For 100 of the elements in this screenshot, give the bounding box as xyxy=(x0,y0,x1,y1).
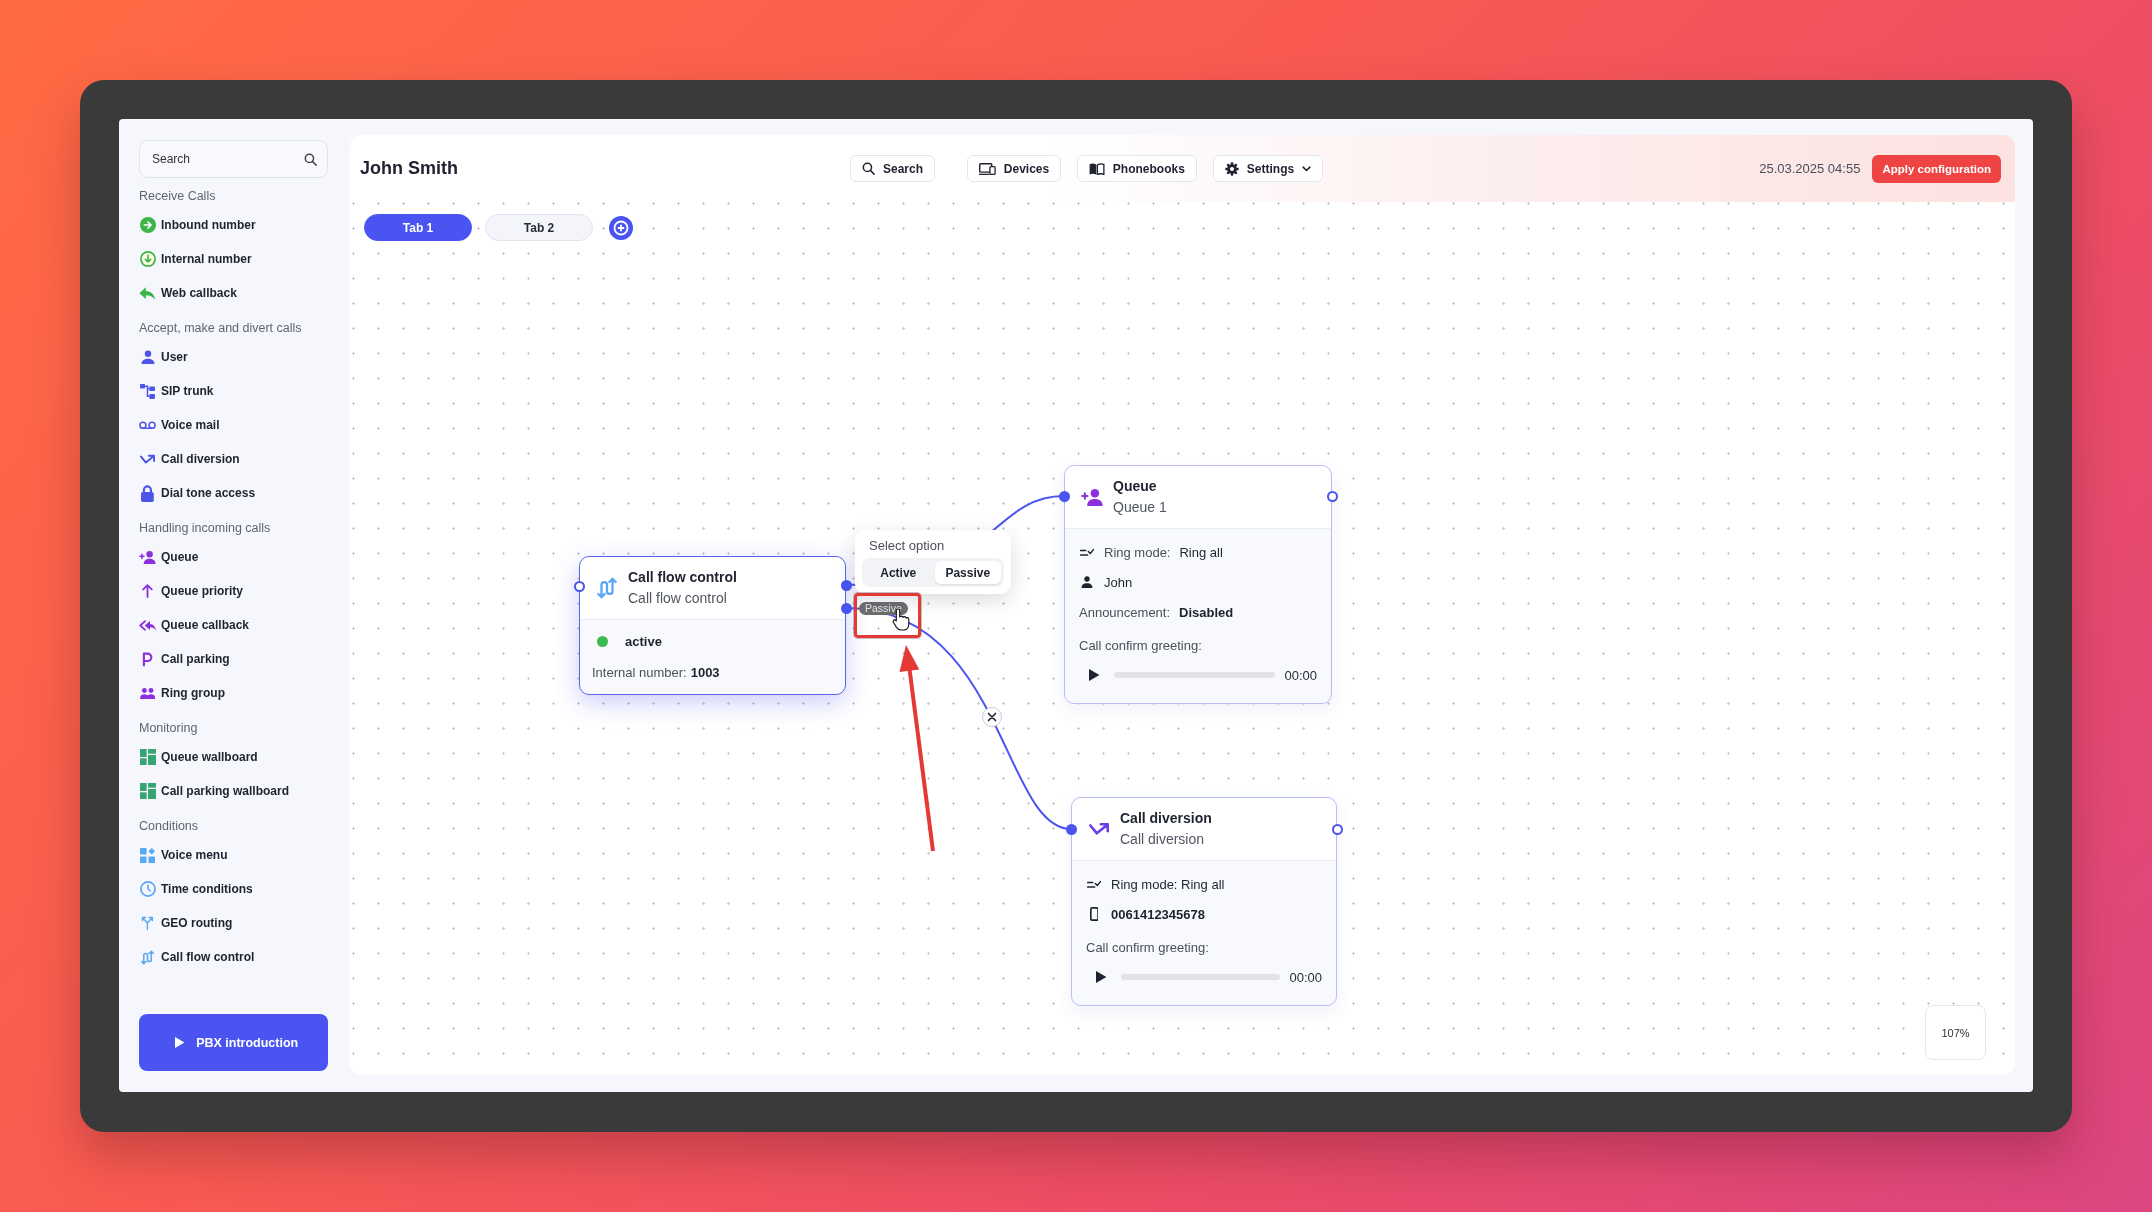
person-icon xyxy=(1081,576,1093,588)
tab[interactable]: Tab 2 xyxy=(485,214,593,241)
greeting-label: Call confirm greeting: xyxy=(1079,637,1202,653)
section-heading: Conditions xyxy=(139,818,200,835)
edge-label[interactable]: Passive xyxy=(859,602,908,615)
list-check-icon xyxy=(1086,879,1102,889)
option-field[interactable]: Select option xyxy=(862,536,1004,554)
book-icon xyxy=(1089,162,1105,175)
list-check-icon xyxy=(1079,547,1095,557)
node-card[interactable]: Call flow control Call flow control active Internal number: 1003 xyxy=(579,556,846,695)
diversion-arrow-icon xyxy=(1088,822,1110,836)
phone-icon xyxy=(1089,907,1099,921)
section-heading: Accept, make and divert calls xyxy=(139,320,303,337)
sidebar-item[interactable]: Time conditions xyxy=(139,872,328,906)
sidebar-item[interactable]: Dial tone access xyxy=(139,476,328,510)
play-icon[interactable] xyxy=(1096,971,1107,983)
zoom-level: 107% xyxy=(1925,1005,1986,1060)
settings-button[interactable]: Settings xyxy=(1212,155,1324,182)
person-plus-icon xyxy=(1081,488,1103,506)
node-card[interactable]: Call diversion Call diversion Ring mode: Ring all 0061412345678 Call confirm greeting: 00:00 xyxy=(1071,797,1337,1006)
search-icon xyxy=(862,162,875,175)
sidebar-item[interactable]: Internal number xyxy=(139,242,328,276)
connection-port[interactable] xyxy=(1331,823,1343,835)
devices-button[interactable]: Devices xyxy=(967,155,1062,182)
sidebar-item[interactable]: Queue priority xyxy=(139,574,328,608)
node-subtitle: Queue 1 xyxy=(1113,498,1167,517)
up-down-arrows-icon xyxy=(140,949,155,965)
fork-arrow-icon xyxy=(141,916,154,930)
dashboard-icon xyxy=(139,783,156,799)
parking-icon xyxy=(142,651,153,667)
sidebar-item[interactable]: Queue wallboard xyxy=(139,740,328,774)
row-label: Announcement: xyxy=(1079,604,1171,620)
node-subtitle: Call flow control xyxy=(628,589,727,608)
dashboard-icon xyxy=(139,749,156,765)
apply-button[interactable]: Apply configuration xyxy=(1872,154,2001,183)
node-title: Call diversion xyxy=(1120,809,1212,828)
sidebar-item[interactable]: User xyxy=(139,340,328,374)
row-value: Disabled xyxy=(1179,604,1234,620)
sidebar-item[interactable]: Call flow control xyxy=(139,940,328,974)
sidebar-item[interactable]: SIP trunk xyxy=(139,374,328,408)
sidebar-item[interactable]: Inbound number xyxy=(139,208,328,242)
tab[interactable]: Tab 1 xyxy=(364,214,472,241)
clock-icon xyxy=(139,881,156,897)
double-reply-arrow-icon xyxy=(138,619,157,631)
connection-port[interactable] xyxy=(840,602,852,614)
search-icon xyxy=(304,152,317,166)
row-value: Ring all xyxy=(1179,544,1223,560)
close-icon[interactable] xyxy=(982,707,1002,727)
segment-button[interactable]: Passive xyxy=(934,561,1001,584)
connection-port[interactable] xyxy=(1058,490,1070,502)
phonebooks-button[interactable]: Phonebooks xyxy=(1077,155,1197,182)
duration-text: 00:00 xyxy=(1284,667,1317,683)
greeting-label: Call confirm greeting: xyxy=(1086,939,1209,955)
search-field[interactable]: Search xyxy=(139,140,328,178)
node-card[interactable]: Queue Queue 1 Ring mode: Ring all John Announcement: Disabled Call confirm greeting: 00:00 xyxy=(1064,465,1332,704)
row-value: John xyxy=(1104,574,1133,590)
diversion-arrow-icon xyxy=(139,453,156,465)
node-title: Queue xyxy=(1113,477,1157,496)
sidebar-item[interactable]: Queue callback xyxy=(139,608,328,642)
segment-button[interactable]: Active xyxy=(865,561,932,584)
sidebar-item[interactable]: Voice menu xyxy=(139,838,328,872)
sidebar-item[interactable]: Call diversion xyxy=(139,442,328,476)
sidebar-item[interactable]: Voice mail xyxy=(139,408,328,442)
play-icon xyxy=(174,1037,185,1048)
arrow-circle-icon xyxy=(139,217,156,233)
down-arrow-circle-icon xyxy=(139,251,156,267)
person-plus-icon xyxy=(139,550,156,564)
sidebar-item[interactable]: GEO routing xyxy=(139,906,328,940)
monitor-phone-icon xyxy=(979,162,996,175)
people-icon xyxy=(139,687,156,699)
voicemail-icon xyxy=(139,420,156,430)
connection-port[interactable] xyxy=(1326,490,1338,502)
sidebar-item[interactable]: Call parking xyxy=(139,642,328,676)
page-title: John Smith xyxy=(360,158,459,179)
search-button[interactable]: Search xyxy=(850,155,936,182)
caret-icon xyxy=(1302,165,1312,172)
play-icon[interactable] xyxy=(1089,669,1100,681)
section-heading: Handling incoming calls xyxy=(139,520,272,537)
lock-icon xyxy=(141,484,154,502)
up-down-arrows-icon xyxy=(596,577,618,599)
row-value: Ring mode: Ring all xyxy=(1111,876,1225,892)
add-icon[interactable] xyxy=(609,215,633,240)
node-subtitle: Call diversion xyxy=(1120,830,1205,849)
duration-text: 00:00 xyxy=(1289,969,1322,985)
row-label: Ring mode: xyxy=(1104,544,1171,560)
hierarchy-icon xyxy=(140,383,155,399)
connection-port[interactable] xyxy=(573,580,585,592)
sidebar-item[interactable]: Queue xyxy=(139,540,328,574)
field-value: 1003 xyxy=(690,664,720,680)
connection-port[interactable] xyxy=(840,579,852,591)
date-time-text: 25.03.2025 04:55 xyxy=(1759,161,1861,176)
connection-port[interactable] xyxy=(1065,823,1077,835)
intro-button[interactable]: PBX introduction xyxy=(139,1014,328,1071)
sidebar-item[interactable]: Web callback xyxy=(139,276,328,310)
up-arrow-icon xyxy=(142,584,153,598)
row-value: 0061412345678 xyxy=(1111,906,1205,922)
sidebar-item[interactable]: Ring group xyxy=(139,676,328,710)
section-heading: Receive Calls xyxy=(139,188,217,205)
person-icon xyxy=(140,350,155,364)
sidebar-item[interactable]: Call parking wallboard xyxy=(139,774,328,808)
